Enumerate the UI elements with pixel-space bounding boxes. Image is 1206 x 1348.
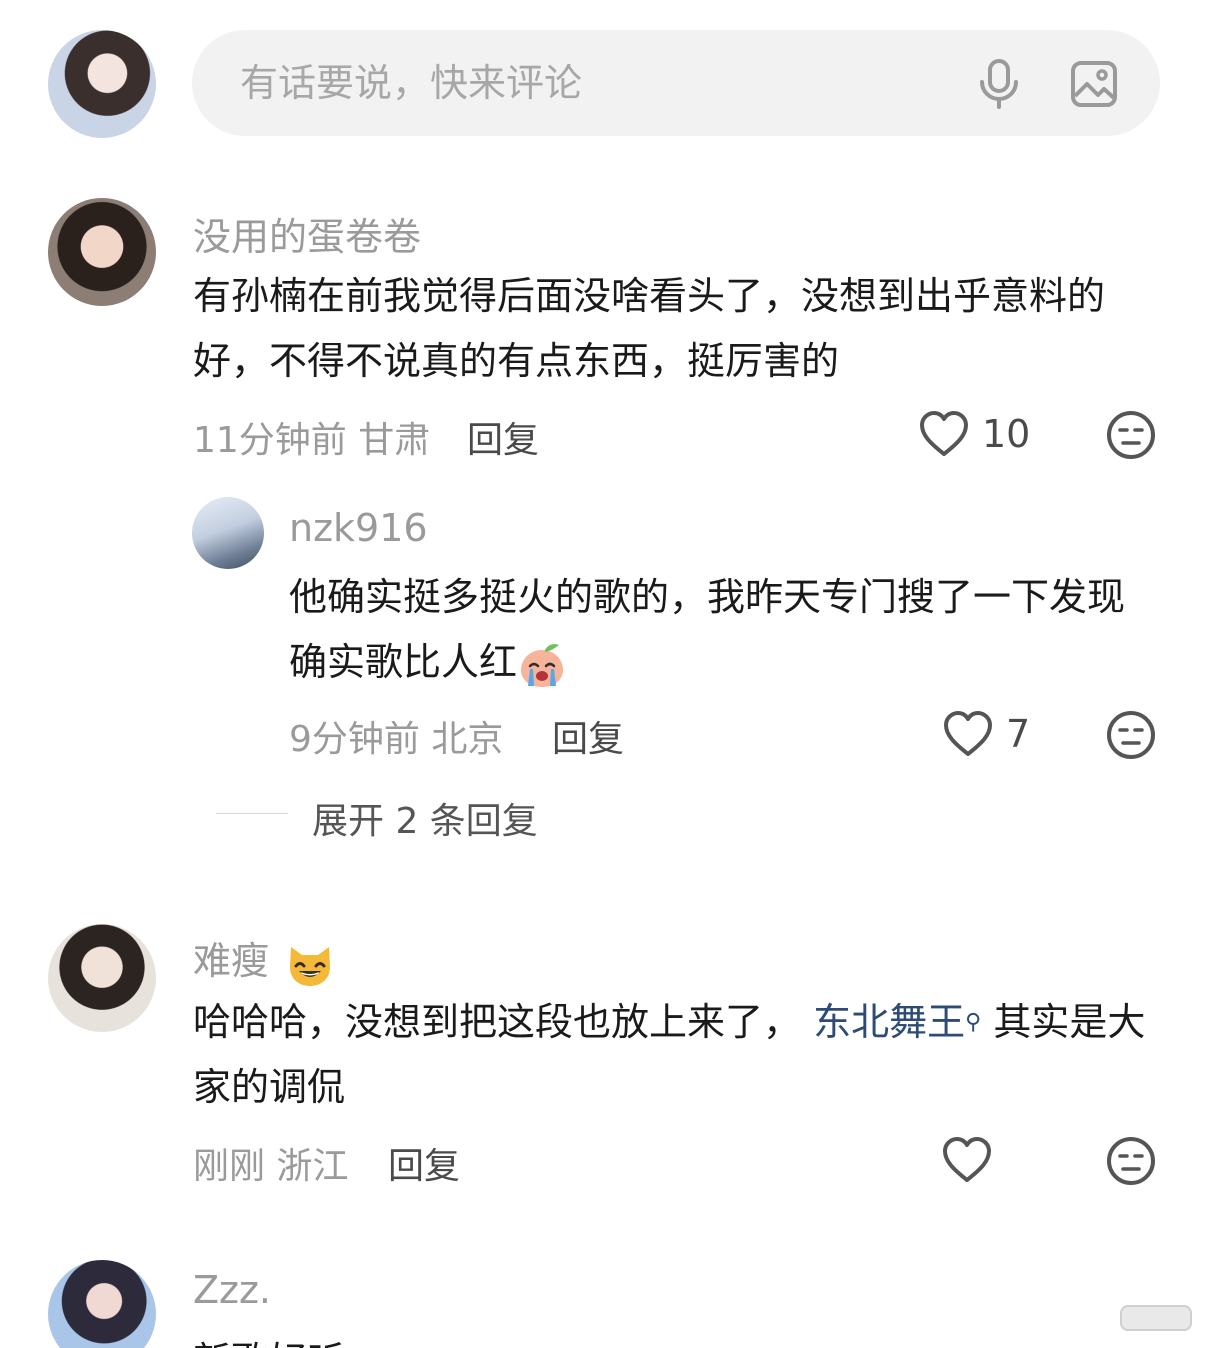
- like-button[interactable]: 7: [942, 710, 1030, 758]
- comment-avatar[interactable]: [48, 1260, 156, 1348]
- grinning-cat-emoji: [290, 946, 331, 986]
- hashtag-link[interactable]: 东北舞王⚲: [801, 1000, 981, 1044]
- heart-icon: [920, 411, 968, 456]
- comment-username[interactable]: 没用的蛋卷卷: [193, 206, 421, 261]
- like-count: 10: [982, 412, 1031, 456]
- comment-time-location: 11分钟前 甘肃: [193, 420, 431, 461]
- mic-icon[interactable]: [976, 58, 1022, 110]
- comment-text: 哈哈哈，没想到把这段也放上来了， 东北舞王⚲ 其实是大家的调侃: [193, 990, 1163, 1120]
- search-icon: ⚲: [965, 1010, 982, 1035]
- comment-text-start: 哈哈哈，没想到把这段也放上来了，: [193, 1000, 802, 1044]
- dislike-face-icon[interactable]: [1105, 709, 1157, 761]
- like-button[interactable]: 10: [918, 410, 1030, 458]
- reply-username[interactable]: nzk916: [289, 506, 428, 550]
- comment-username[interactable]: Zzz.: [193, 1268, 271, 1312]
- image-icon[interactable]: [1070, 60, 1118, 108]
- comment-composer[interactable]: [192, 30, 1160, 136]
- reply-button[interactable]: 回复: [467, 411, 539, 463]
- like-count: 7: [1006, 712, 1031, 756]
- comment-avatar[interactable]: [48, 924, 156, 1032]
- comment-text: 新歌好听: [193, 1330, 345, 1348]
- reply-button[interactable]: 回复: [552, 710, 624, 762]
- hashtag-text: 东北舞王: [813, 1000, 966, 1044]
- crying-peach-emoji: [521, 643, 564, 687]
- comment-time-location: 刚刚 浙江: [193, 1146, 349, 1187]
- reply-time-location: 9分钟前 北京: [289, 719, 504, 760]
- dislike-face-icon[interactable]: [1105, 1135, 1157, 1187]
- comment-username[interactable]: 难瘦: [193, 930, 335, 989]
- reply-avatar[interactable]: [192, 497, 264, 569]
- reply-text-content: 他确实挺多挺火的歌的，我昨天专门搜了一下发现确实歌比人红: [289, 575, 1126, 684]
- dislike-face-icon[interactable]: [1105, 409, 1157, 461]
- my-avatar[interactable]: [48, 30, 156, 138]
- expand-replies-button[interactable]: 展开 2 条回复: [312, 792, 538, 844]
- comment-input[interactable]: [240, 30, 960, 136]
- heart-icon: [944, 711, 992, 756]
- expand-divider: [216, 813, 288, 814]
- like-button[interactable]: [941, 1136, 1005, 1184]
- comment-text: 有孙楠在前我觉得后面没啥看头了，没想到出乎意料的好，不得不说真的有点东西，挺厉害…: [193, 274, 1106, 383]
- reply-button[interactable]: 回复: [388, 1137, 460, 1189]
- scroll-handle[interactable]: [1120, 1305, 1192, 1331]
- comment-avatar[interactable]: [48, 198, 156, 306]
- comment-username-text: 难瘦: [193, 939, 270, 983]
- heart-icon: [943, 1137, 991, 1182]
- reply-text: 他确实挺多挺火的歌的，我昨天专门搜了一下发现确实歌比人红: [289, 565, 1149, 695]
